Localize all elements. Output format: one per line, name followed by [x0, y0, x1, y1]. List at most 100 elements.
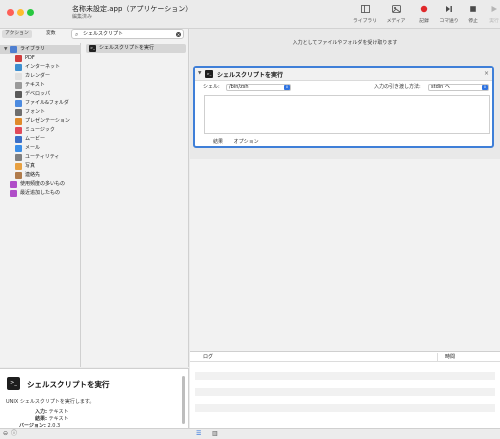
- info-icon[interactable]: ⓘ: [11, 430, 17, 438]
- log-column-time[interactable]: 時間: [445, 352, 455, 362]
- log-row: [195, 404, 495, 412]
- shell-value: /bin/zsh: [229, 84, 249, 90]
- presentation-icon: [15, 118, 22, 125]
- log-column-divider: [437, 353, 438, 361]
- action-card-title: シェルスクリプトを実行: [217, 72, 284, 79]
- library-item-mail[interactable]: メール: [0, 144, 81, 153]
- terminal-icon: >_: [89, 45, 96, 52]
- toolbar: 名称未設定.app（アプリケーション） 編集済み ライブラリ メディア 記録 コ…: [0, 0, 500, 29]
- library-item-utility[interactable]: ユーティリティ: [0, 153, 81, 162]
- minimize-window-button[interactable]: [17, 9, 24, 16]
- tab-actions[interactable]: アクション: [2, 30, 32, 38]
- library-item-label: フォント: [25, 109, 46, 115]
- bottom-bar: ⊖ ⓘ ☰ ▥: [0, 428, 500, 439]
- library-item-presentation[interactable]: プレゼンテーション: [0, 117, 81, 126]
- library-item-recent-folder[interactable]: 最近追加したもの: [0, 189, 81, 198]
- action-card-tabs: 結果 オプション: [213, 138, 268, 145]
- close-icon[interactable]: ×: [484, 70, 489, 77]
- clear-search-icon[interactable]: ×: [176, 32, 181, 37]
- run-button[interactable]: 実行: [480, 5, 500, 27]
- shell-select[interactable]: /bin/zsh ⇕: [226, 84, 291, 91]
- shell-label: シェル:: [203, 84, 220, 90]
- developer-icon: [15, 91, 22, 98]
- workflow-area: 入力としてファイルやフォルダを受け取ります ▼ >_ シェルスクリプトを実行 ×…: [190, 29, 500, 351]
- library-item-label: ユーティリティ: [25, 154, 60, 160]
- search-query: シェルスクリプト: [83, 31, 124, 37]
- description-scrollbar[interactable]: [182, 376, 185, 424]
- tab-results[interactable]: 結果: [213, 139, 223, 145]
- library-item-label: カレンダー: [25, 73, 51, 79]
- library-item-text[interactable]: テキスト: [0, 81, 81, 90]
- input-method-select[interactable]: stdin へ ⇕: [428, 84, 489, 91]
- run-label: 実行: [489, 19, 499, 24]
- action-list: >_ シェルスクリプトを実行: [82, 43, 189, 367]
- library-item-label: 使用頻度の多いもの: [20, 181, 66, 187]
- search-input[interactable]: ⌕ シェルスクリプト ×: [71, 29, 184, 39]
- library-item-label: ファイル&フォルダ: [25, 100, 69, 106]
- record-button[interactable]: 記録: [410, 5, 438, 27]
- show-hide-description-icon[interactable]: ⊖: [3, 430, 8, 438]
- music-icon: [15, 127, 22, 134]
- library-item-label: ムービー: [25, 136, 46, 142]
- library-item-photos[interactable]: 写真: [0, 162, 81, 171]
- action-item-run-shell-script[interactable]: >_ シェルスクリプトを実行: [86, 44, 186, 53]
- chevron-down-icon[interactable]: ▼: [198, 71, 201, 76]
- library-item-calendar[interactable]: カレンダー: [0, 72, 81, 81]
- recent-folder-icon: [10, 190, 17, 197]
- workflow-empty-area: [190, 159, 500, 351]
- library-item-frequent-folder[interactable]: 使用頻度の多いもの: [0, 180, 81, 189]
- internet-icon: [15, 64, 22, 71]
- close-window-button[interactable]: [7, 9, 14, 16]
- folder-icon: [15, 100, 22, 107]
- library-item-font[interactable]: フォント: [0, 108, 81, 117]
- library-pane: アクション 変数 ⌕ シェルスクリプト × ▼ ライブラリ PDF インターネット カレ…: [0, 29, 189, 367]
- text-icon: [15, 82, 22, 89]
- library-item-label: ライブラリ: [20, 46, 46, 52]
- library-item-label: 写真: [25, 163, 36, 169]
- calendar-icon: [15, 73, 22, 80]
- mail-icon: [15, 145, 22, 152]
- library-item-label: 最近追加したもの: [20, 190, 61, 196]
- log-row: [195, 388, 495, 396]
- library-item-developer[interactable]: デベロッパ: [0, 90, 81, 99]
- media-icon: [382, 5, 410, 16]
- description-input: 入力: テキスト: [35, 408, 68, 415]
- library-item-library[interactable]: ▼ ライブラリ: [0, 45, 81, 54]
- list-view-icon[interactable]: ☰: [196, 430, 201, 438]
- library-item-label: ミュージック: [25, 127, 55, 133]
- contacts-icon: [15, 172, 22, 179]
- library-item-movie[interactable]: ムービー: [0, 135, 81, 144]
- workflow-hint: 入力としてファイルやフォルダを受け取ります: [292, 40, 398, 46]
- library-item-label: 連絡先: [25, 172, 41, 178]
- search-icon: ⌕: [75, 31, 79, 38]
- log-column-log[interactable]: ログ: [203, 352, 213, 362]
- library-icon: [10, 46, 17, 53]
- input-method-label: 入力の引き渡し方法:: [374, 84, 421, 90]
- library-item-internet[interactable]: インターネット: [0, 63, 81, 72]
- library-item-folder[interactable]: ファイル&フォルダ: [0, 99, 81, 108]
- library-icon: [351, 5, 379, 16]
- zoom-window-button[interactable]: [27, 9, 34, 16]
- library-item-music[interactable]: ミュージック: [0, 126, 81, 135]
- library-list: ▼ ライブラリ PDF インターネット カレンダーテキスト デベロッパ ファイル&フォルダフ…: [0, 43, 81, 367]
- photos-icon: [15, 163, 22, 170]
- updown-icon: ⇕: [482, 85, 488, 90]
- action-card-run-shell-script[interactable]: ▼ >_ シェルスクリプトを実行 × シェル: /bin/zsh ⇕ 入力の引き…: [193, 66, 494, 148]
- terminal-icon: >_: [205, 70, 213, 78]
- log-row: [195, 372, 495, 380]
- chevron-down-icon[interactable]: ▼: [4, 45, 7, 54]
- script-editor[interactable]: [204, 95, 490, 134]
- library-item-label: プレゼンテーション: [25, 118, 70, 124]
- tab-variables[interactable]: 変数: [43, 30, 59, 38]
- library-button[interactable]: ライブラリ: [351, 5, 379, 27]
- description-pane: >_ シェルスクリプトを実行 UNIX シェルスクリプトを実行します。 入力: …: [0, 368, 189, 429]
- log-header: ログ 時間: [190, 352, 500, 362]
- updown-icon: ⇕: [284, 85, 290, 90]
- library-item-contacts[interactable]: 連絡先: [0, 171, 81, 180]
- column-view-icon[interactable]: ▥: [212, 430, 218, 438]
- action-card-header: ▼ >_ シェルスクリプトを実行 ×: [195, 68, 492, 81]
- tab-options[interactable]: オプション: [234, 139, 259, 145]
- media-button[interactable]: メディア: [382, 5, 410, 27]
- movie-icon: [15, 136, 22, 143]
- library-item-pdf[interactable]: PDF: [0, 54, 81, 63]
